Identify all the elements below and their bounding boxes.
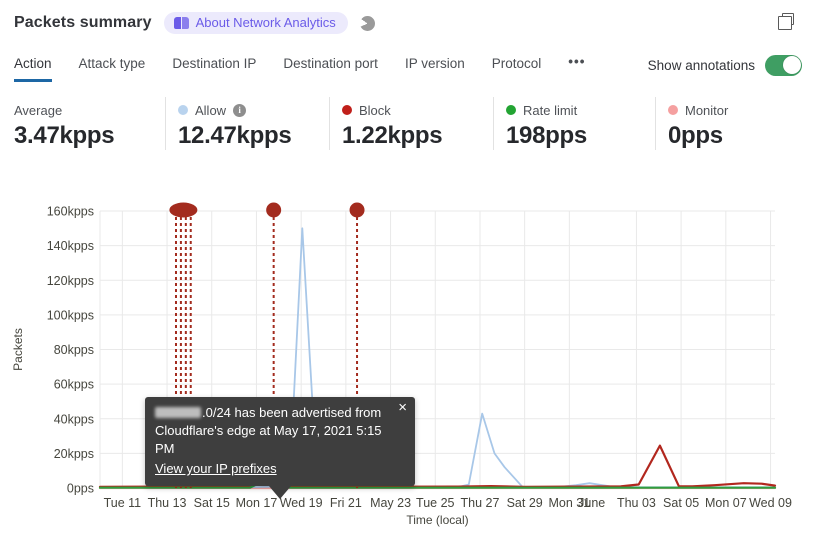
network-analytics-panel: Packets summary About Network Analytics … bbox=[0, 0, 816, 545]
y-tick-label: 100kpps bbox=[47, 308, 94, 322]
badge-label: About Network Analytics bbox=[195, 15, 336, 30]
stat-label: Average bbox=[14, 102, 63, 118]
x-tick-label: Wed 09 bbox=[749, 496, 792, 510]
show-annotations-label: Show annotations bbox=[647, 57, 755, 73]
tab-more-icon[interactable]: ••• bbox=[568, 54, 585, 82]
stat-value: 198pps bbox=[506, 122, 587, 149]
x-tick-label: Fri 21 bbox=[330, 496, 362, 510]
tab-destination-port[interactable]: Destination port bbox=[283, 56, 378, 82]
close-icon[interactable]: × bbox=[398, 400, 407, 415]
stat-monitor: Monitor 0pps bbox=[655, 97, 816, 150]
tab-action[interactable]: Action bbox=[14, 56, 52, 82]
stat-value: 3.47kpps bbox=[14, 122, 115, 149]
pie-feedback-icon[interactable] bbox=[359, 15, 375, 31]
x-tick-label: Thu 27 bbox=[461, 496, 500, 510]
stat-value: 0pps bbox=[668, 122, 723, 149]
book-icon bbox=[173, 16, 189, 29]
x-tick-label: Tue 11 bbox=[104, 496, 142, 510]
show-annotations-toggle[interactable] bbox=[765, 54, 802, 76]
page-title: Packets summary bbox=[14, 14, 152, 31]
legend-dot-icon bbox=[342, 105, 352, 115]
tab-bar: Action Attack type Destination IP Destinati… bbox=[14, 54, 802, 82]
stat-block: Block 1.22kpps bbox=[329, 97, 493, 150]
stat-label: Rate limit bbox=[523, 102, 578, 118]
y-tick-label: 80kpps bbox=[54, 343, 94, 357]
x-tick-label: Sat 15 bbox=[194, 496, 230, 510]
stat-label: Block bbox=[359, 102, 391, 118]
stat-value: 1.22kpps bbox=[342, 122, 443, 149]
legend-dot-icon bbox=[668, 105, 678, 115]
y-tick-label: 60kpps bbox=[54, 378, 94, 392]
y-axis-title: Packets bbox=[11, 328, 25, 371]
tab-destination-ip[interactable]: Destination IP bbox=[172, 56, 256, 82]
tabs: Action Attack type Destination IP Destinati… bbox=[14, 54, 585, 82]
x-tick-label: June bbox=[578, 496, 605, 510]
stat-label: Allow bbox=[195, 102, 227, 118]
toggle-knob bbox=[782, 56, 801, 74]
header: Packets summary About Network Analytics bbox=[14, 12, 375, 34]
info-icon[interactable]: i bbox=[233, 103, 247, 117]
stat-allow: Allow i 12.47kpps bbox=[165, 97, 329, 150]
stat-value: 12.47kpps bbox=[178, 122, 292, 149]
y-tick-label: 40kpps bbox=[54, 412, 94, 426]
stat-average: Average 3.47kpps bbox=[0, 97, 165, 150]
annotation-marker[interactable] bbox=[266, 202, 282, 218]
redacted-ip-prefix bbox=[155, 407, 201, 418]
x-tick-label: Mon 07 bbox=[705, 496, 747, 510]
x-tick-label: Thu 13 bbox=[148, 496, 187, 510]
y-tick-label: 160kpps bbox=[47, 205, 94, 219]
legend-dot-icon bbox=[506, 105, 516, 115]
annotation-marker[interactable] bbox=[349, 202, 365, 218]
view-ip-prefixes-link[interactable]: View your IP prefixes bbox=[155, 460, 277, 478]
copy-window-icon[interactable] bbox=[778, 13, 794, 30]
annotation-tooltip: × .0/24 has been advertised from Cloudfl… bbox=[145, 397, 415, 499]
y-tick-label: 140kpps bbox=[47, 239, 94, 253]
x-tick-label: Sat 29 bbox=[507, 496, 543, 510]
stat-label: Monitor bbox=[685, 102, 729, 118]
stat-rate-limit: Rate limit 198pps bbox=[493, 97, 655, 150]
y-tick-label: 20kpps bbox=[54, 447, 94, 461]
x-tick-label: May 23 bbox=[370, 496, 411, 510]
show-annotations-control: Show annotations bbox=[647, 54, 802, 82]
y-tick-label: 0pps bbox=[67, 482, 94, 496]
legend-dot-icon bbox=[178, 105, 188, 115]
x-tick-label: Tue 25 bbox=[416, 496, 455, 510]
stats-row: Average 3.47kpps Allow i 12.47kpps Block 1.22k… bbox=[0, 97, 816, 150]
x-tick-label: Thu 03 bbox=[617, 496, 656, 510]
x-axis-title: Time (local) bbox=[406, 513, 468, 527]
tab-attack-type[interactable]: Attack type bbox=[79, 56, 146, 82]
about-network-analytics-badge[interactable]: About Network Analytics bbox=[163, 12, 348, 34]
packets-chart[interactable]: 160kpps 140kpps 120kpps 100kpps 80kpps 60kpps… bbox=[0, 190, 816, 545]
tab-protocol[interactable]: Protocol bbox=[492, 56, 542, 82]
chart-svg: 160kpps 140kpps 120kpps 100kpps 80kpps 60kpps… bbox=[11, 202, 792, 527]
tab-ip-version[interactable]: IP version bbox=[405, 56, 465, 82]
x-tick-label: Sat 05 bbox=[663, 496, 699, 510]
annotation-marker[interactable] bbox=[169, 202, 198, 218]
y-tick-label: 120kpps bbox=[47, 274, 94, 288]
